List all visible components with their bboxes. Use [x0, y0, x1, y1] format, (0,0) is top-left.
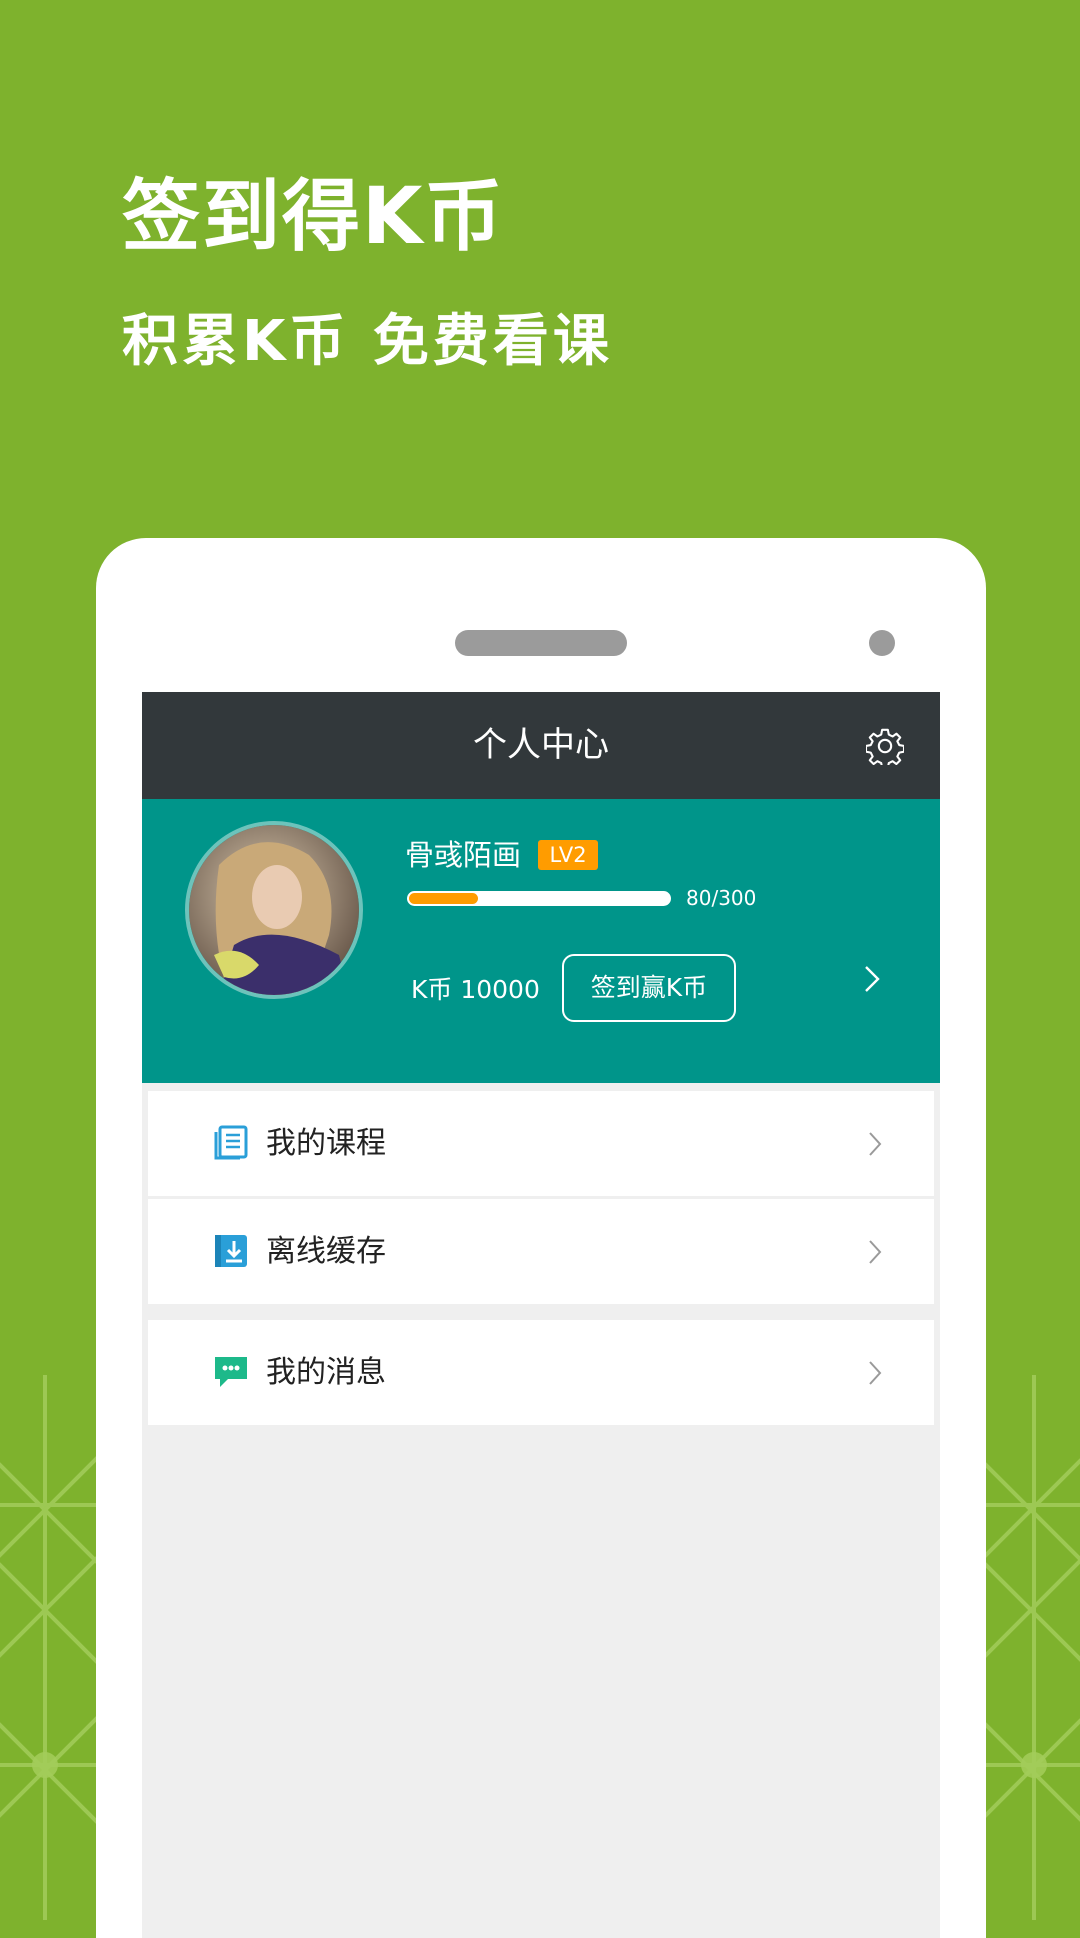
- menu-item-my-messages[interactable]: 我的消息: [148, 1320, 934, 1425]
- profile-card[interactable]: 骨彧陌画 LV2 80/300 K币 10000 签到赢K币: [142, 799, 940, 1083]
- phone-camera: [869, 630, 895, 656]
- phone-speaker: [455, 630, 627, 656]
- exp-progress-text: 80/300: [686, 886, 757, 910]
- download-icon: [215, 1235, 247, 1267]
- exp-progress-fill: [409, 893, 478, 904]
- promo-title: 签到得K币: [122, 172, 505, 262]
- menu-item-label: 我的课程: [266, 1126, 386, 1161]
- promo-subtitle: 积累K币 免费看课: [122, 309, 613, 374]
- app-screen: 个人中心 骨彧陌画 LV2 80/300 K币 10000 签到赢K币 我的课程…: [142, 692, 940, 1938]
- lattice-pattern-right: [986, 1375, 1080, 1920]
- chevron-right-icon: [869, 1132, 882, 1156]
- header-title: 个人中心: [473, 725, 609, 765]
- app-header: 个人中心: [142, 692, 940, 799]
- lattice-pattern-left: [0, 1375, 100, 1920]
- chevron-right-icon: [869, 1361, 882, 1385]
- level-badge: LV2: [538, 840, 598, 870]
- menu-item-offline-cache[interactable]: 离线缓存: [148, 1199, 934, 1304]
- phone-frame: 个人中心 骨彧陌画 LV2 80/300 K币 10000 签到赢K币 我的课程…: [96, 538, 986, 1938]
- exp-progress-bar: [407, 891, 671, 906]
- username: 骨彧陌画: [405, 838, 522, 872]
- menu-item-label: 离线缓存: [266, 1234, 386, 1269]
- coin-balance: K币 10000: [411, 975, 540, 1004]
- avatar-photo: [189, 825, 359, 995]
- chevron-right-icon[interactable]: [864, 965, 880, 993]
- menu-item-label: 我的消息: [266, 1355, 386, 1390]
- menu-item-my-courses[interactable]: 我的课程: [148, 1091, 934, 1196]
- chevron-right-icon: [869, 1240, 882, 1264]
- checkin-button[interactable]: 签到赢K币: [562, 954, 736, 1022]
- book-icon: [214, 1125, 248, 1160]
- gear-icon[interactable]: [866, 727, 904, 765]
- message-icon: [215, 1357, 247, 1387]
- avatar[interactable]: [185, 821, 363, 999]
